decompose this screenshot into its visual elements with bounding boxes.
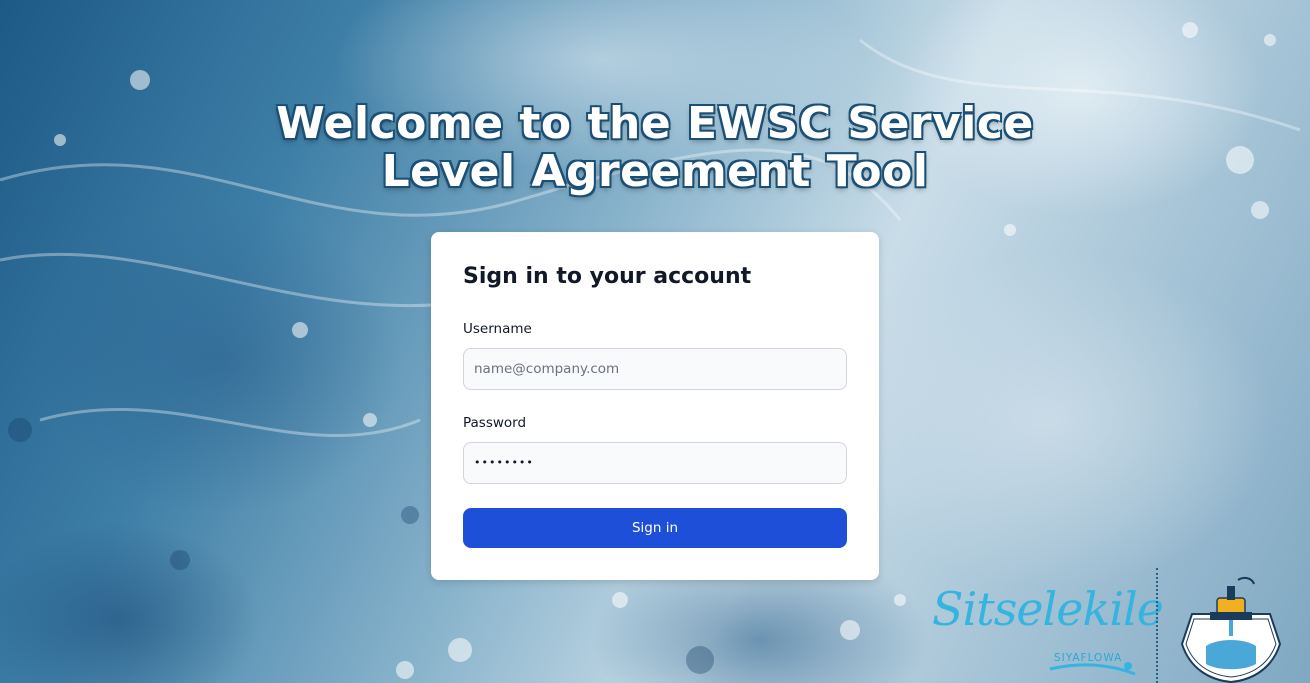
username-input[interactable]: [463, 348, 847, 390]
logo-divider: [1156, 568, 1158, 683]
password-label: Password: [463, 415, 527, 431]
water-swoosh-icon: [1049, 662, 1136, 676]
sitselekile-logo: Sitselekile SIYAFLOWA: [930, 574, 1164, 683]
login-card: Sign in to your account Username Passwor…: [431, 232, 879, 580]
password-input[interactable]: ••••••••: [463, 442, 847, 484]
welcome-line-2: Level Agreement Tool: [381, 146, 929, 197]
welcome-heading: Welcome to the EWSC Service Level Agreem…: [260, 100, 1050, 196]
sign-in-button[interactable]: Sign in: [463, 508, 847, 548]
welcome-line-1: Welcome to the EWSC Service: [276, 98, 1034, 149]
ewsc-crest-icon: [1180, 576, 1282, 683]
ewsc-emblem-logo: [1172, 574, 1290, 683]
login-title: Sign in to your account: [463, 264, 752, 289]
username-label: Username: [463, 321, 532, 337]
